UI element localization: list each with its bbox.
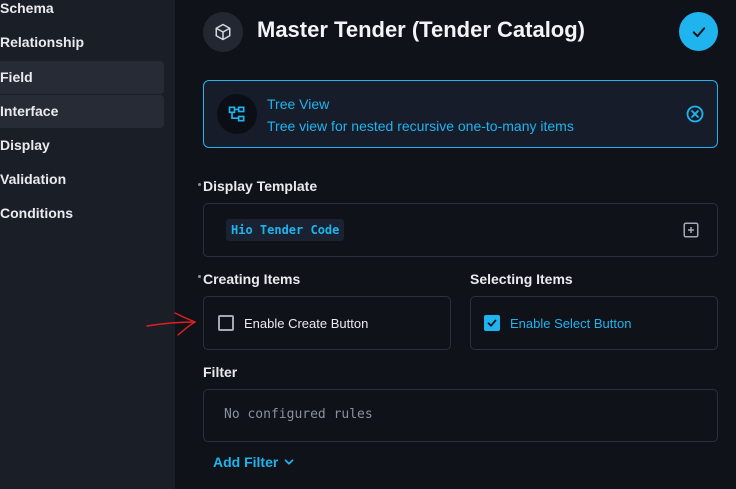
add-field-icon[interactable] xyxy=(682,221,700,239)
enable-create-label: Enable Create Button xyxy=(244,315,369,331)
add-filter-button[interactable]: Add Filter xyxy=(213,454,296,470)
interface-description: Tree view for nested recursive one-to-ma… xyxy=(267,118,574,134)
selecting-items-box: Enable Select Button xyxy=(470,296,718,350)
sidebar-item-label: Display xyxy=(0,137,50,153)
page-title: Master Tender (Tender Catalog) xyxy=(257,17,586,42)
checkbox-checked-icon xyxy=(484,315,500,331)
sidebar-item-label: Interface xyxy=(0,103,59,119)
cube-icon xyxy=(203,12,243,52)
creating-items-box: Enable Create Button xyxy=(203,296,451,350)
creating-items-label: Creating Items xyxy=(203,271,301,287)
filter-label: Filter xyxy=(203,364,238,380)
sidebar-item-label: Conditions xyxy=(0,205,74,221)
sidebar-item-relationship[interactable]: Relationship xyxy=(0,26,164,59)
checkbox-unchecked-icon xyxy=(218,315,234,331)
sidebar: Schema Relationship Field Interface Disp… xyxy=(0,0,175,489)
required-indicator xyxy=(198,183,201,186)
required-indicator xyxy=(198,275,201,278)
interface-name: Tree View xyxy=(267,96,330,112)
check-icon xyxy=(692,26,705,37)
sidebar-item-label: Validation xyxy=(0,171,67,187)
sidebar-item-display[interactable]: Display xyxy=(0,129,164,162)
sidebar-item-label: Field xyxy=(0,69,33,85)
enable-create-checkbox[interactable]: Enable Create Button xyxy=(218,315,368,331)
save-button[interactable] xyxy=(679,12,718,51)
enable-select-checkbox[interactable]: Enable Select Button xyxy=(484,315,631,331)
clear-interface-button[interactable] xyxy=(684,103,706,125)
sidebar-item-interface[interactable]: Interface xyxy=(0,95,164,128)
sidebar-item-conditions[interactable]: Conditions xyxy=(0,197,164,230)
sidebar-item-field[interactable]: Field xyxy=(0,61,164,94)
enable-select-label: Enable Select Button xyxy=(510,315,632,331)
sidebar-item-validation[interactable]: Validation xyxy=(0,163,164,196)
template-field-chip[interactable]: Hio Tender Code xyxy=(226,219,345,241)
sidebar-item-label: Relationship xyxy=(0,34,85,50)
add-filter-label: Add Filter xyxy=(213,454,279,470)
close-circle-icon xyxy=(686,105,704,123)
sidebar-item-schema[interactable]: Schema xyxy=(0,0,164,25)
selecting-items-label: Selecting Items xyxy=(470,271,573,287)
no-rules-text: No configured rules xyxy=(224,407,373,422)
sidebar-item-label: Schema xyxy=(0,0,54,16)
display-template-input[interactable]: Hio Tender Code xyxy=(203,203,718,257)
annotation-arrow-icon xyxy=(146,312,196,336)
display-template-label: Display Template xyxy=(203,178,318,194)
filter-rules-box: No configured rules xyxy=(203,389,718,442)
interface-card[interactable]: Tree View Tree view for nested recursive… xyxy=(203,80,718,148)
tree-view-icon xyxy=(217,94,257,134)
chevron-down-icon xyxy=(284,459,294,465)
